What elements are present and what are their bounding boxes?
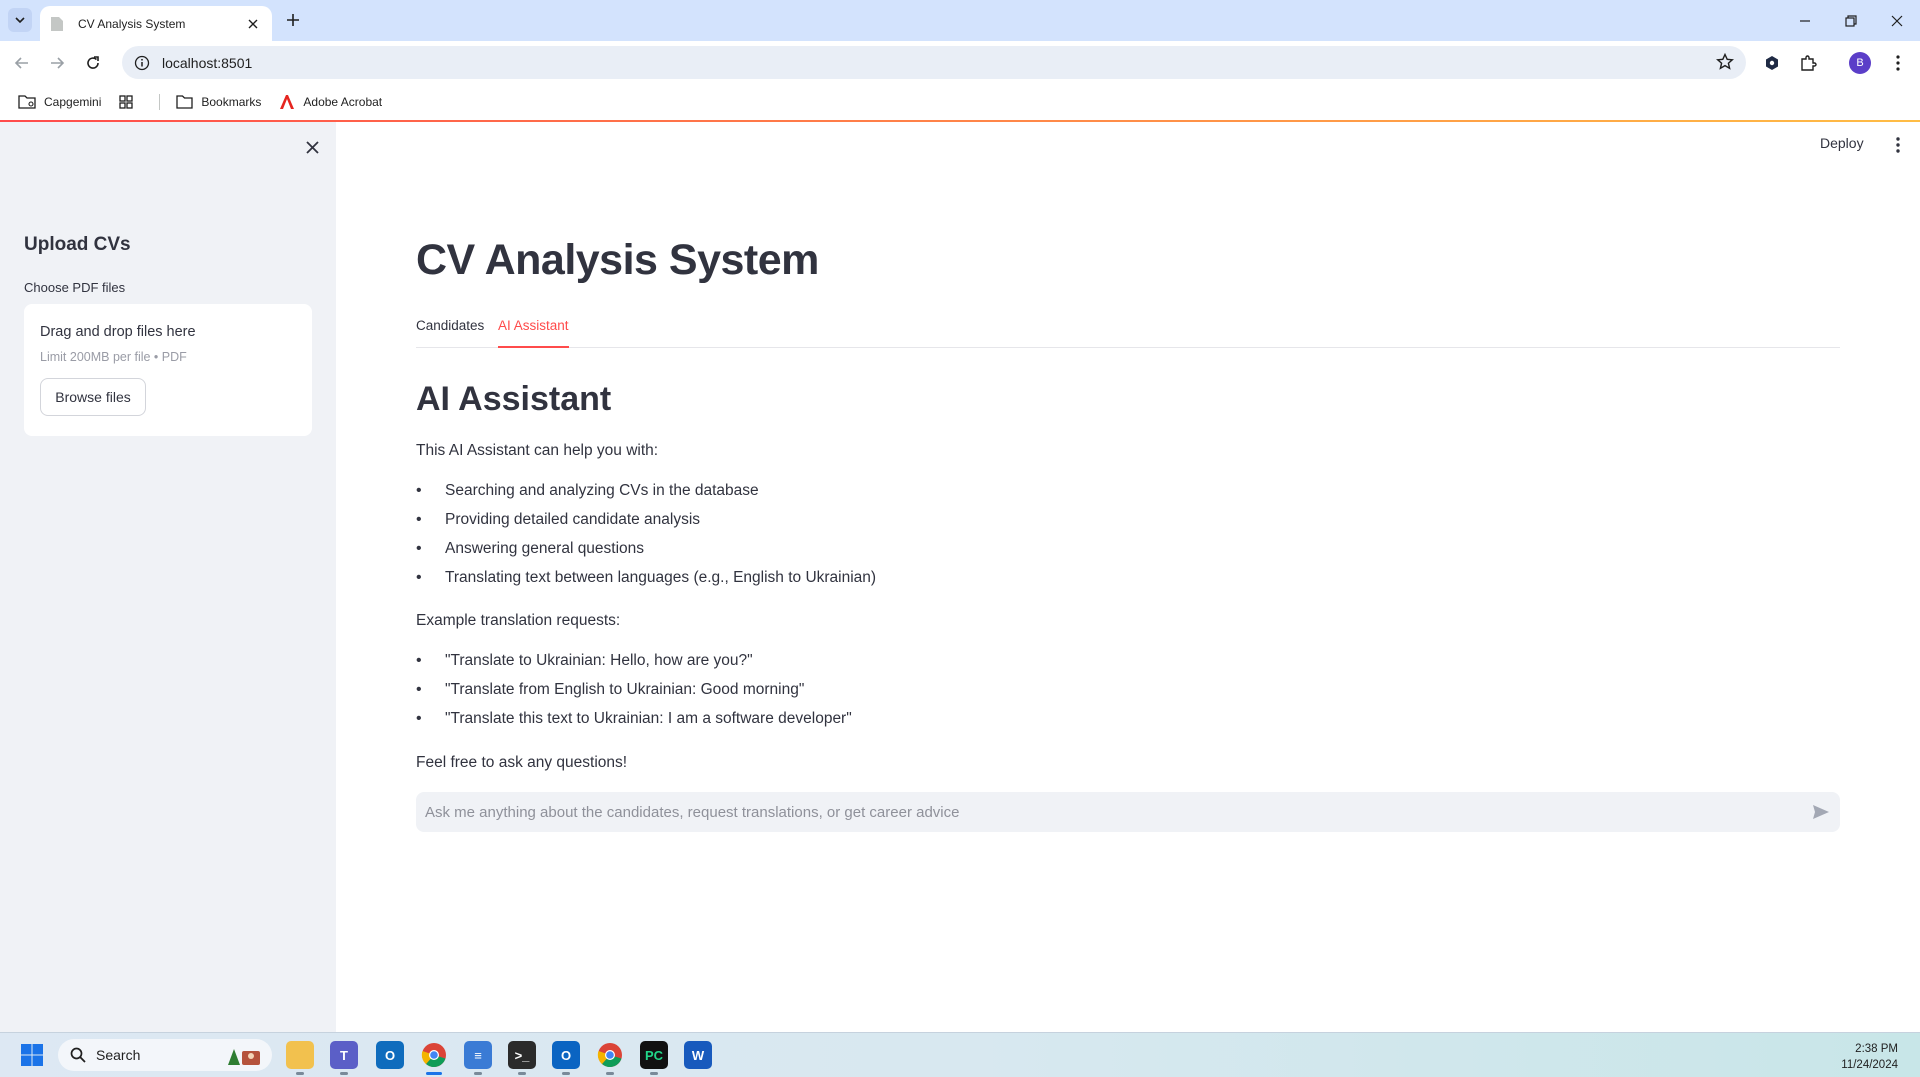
deploy-button[interactable]: Deploy xyxy=(1820,135,1864,151)
tab-candidates[interactable]: Candidates xyxy=(416,318,484,348)
page-title: CV Analysis System xyxy=(416,236,819,284)
dropzone-limit: Limit 200MB per file • PDF xyxy=(40,350,187,364)
file-explorer-icon[interactable] xyxy=(286,1041,314,1075)
app-menu-button[interactable] xyxy=(1888,134,1908,156)
search-icon xyxy=(70,1047,86,1063)
browser-tab-active[interactable]: CV Analysis System xyxy=(40,6,272,41)
terminal-icon[interactable]: >_ xyxy=(508,1041,536,1075)
list-item: "Translate from English to Ukrainian: Go… xyxy=(416,681,852,710)
minimize-button[interactable] xyxy=(1782,0,1828,41)
forward-button[interactable] xyxy=(45,51,69,75)
extensions-button[interactable] xyxy=(1796,51,1820,75)
reload-button[interactable] xyxy=(81,51,105,75)
browse-files-button[interactable]: Browse files xyxy=(40,378,146,416)
close-icon xyxy=(1891,15,1903,26)
restore-icon xyxy=(1845,14,1857,27)
kebab-menu-icon xyxy=(1896,137,1900,153)
bookmark-capgemini[interactable]: Capgemini xyxy=(18,95,101,109)
shield-extension-icon xyxy=(1766,56,1778,70)
acrobat-icon xyxy=(280,95,295,109)
profile-button[interactable]: B xyxy=(1848,51,1872,75)
extension-shield-button[interactable] xyxy=(1760,51,1784,75)
browser-toolbar: localhost:8501 B xyxy=(0,41,1920,84)
send-button[interactable] xyxy=(1802,793,1840,831)
list-item: "Translate this text to Ukrainian: I am … xyxy=(416,710,852,739)
address-bar[interactable]: localhost:8501 xyxy=(122,46,1746,79)
restore-button[interactable] xyxy=(1828,0,1874,41)
search-highlight-icon xyxy=(228,1049,260,1065)
bookmark-star-icon[interactable] xyxy=(1716,52,1734,76)
dropzone-title: Drag and drop files here xyxy=(40,324,196,340)
chrome-profile-icon[interactable] xyxy=(596,1041,624,1075)
sidebar-heading: Upload CVs xyxy=(24,234,131,255)
outlook-new-icon[interactable]: O xyxy=(552,1041,580,1075)
system-clock[interactable]: 2:38 PM 11/24/2024 xyxy=(1841,1041,1898,1073)
bookmark-bookmarks-folder[interactable]: Bookmarks xyxy=(176,95,261,109)
arrow-left-icon xyxy=(14,57,28,69)
avatar: B xyxy=(1849,52,1871,74)
tab-list: Candidates AI Assistant xyxy=(416,318,1840,348)
outlook-icon[interactable]: O xyxy=(376,1041,404,1069)
examples-intro-text: Example translation requests: xyxy=(416,612,621,629)
url-text: localhost:8501 xyxy=(162,54,253,71)
taskbar-search-label: Search xyxy=(96,1047,141,1063)
send-icon xyxy=(1813,805,1829,819)
page-icon xyxy=(51,16,63,31)
tab-title: CV Analysis System xyxy=(78,16,186,31)
kebab-menu-icon xyxy=(1896,55,1900,71)
bookmark-adobe-acrobat[interactable]: Adobe Acrobat xyxy=(279,94,382,110)
plus-icon xyxy=(287,14,299,26)
minimize-icon xyxy=(1800,19,1810,22)
collapse-sidebar-button[interactable] xyxy=(301,136,323,158)
chat-input[interactable] xyxy=(425,803,1802,821)
chat-input-container xyxy=(416,792,1840,832)
uploader-label: Choose PDF files xyxy=(24,280,126,295)
section-heading: AI Assistant xyxy=(416,380,612,418)
file-dropzone[interactable]: Drag and drop files here Limit 200MB per… xyxy=(24,304,312,436)
notepad-icon[interactable]: ≡ xyxy=(464,1041,492,1075)
bookmarks-bar: Capgemini Bookmarks Adobe Acrobat xyxy=(0,84,1920,120)
sidebar: Upload CVs Choose PDF files Drag and dro… xyxy=(0,122,336,1032)
outro-text: Feel free to ask any questions! xyxy=(416,754,628,771)
folder-icon xyxy=(176,95,194,109)
windows-taskbar: Search T O ≡ >_ O PC W 2:38 PM 11/24/202… xyxy=(0,1032,1920,1077)
teams-icon[interactable]: T xyxy=(330,1041,358,1075)
browser-menu-button[interactable] xyxy=(1886,51,1910,75)
clock-time: 2:38 PM xyxy=(1855,1043,1898,1055)
intro-text: This AI Assistant can help you with: xyxy=(416,442,659,459)
reload-icon xyxy=(87,56,99,69)
new-tab-button[interactable] xyxy=(282,9,304,31)
tab-ai-assistant[interactable]: AI Assistant xyxy=(498,318,569,348)
list-item: Answering general questions xyxy=(416,540,876,569)
list-item: Translating text between languages (e.g.… xyxy=(416,569,876,598)
windows-start-icon[interactable] xyxy=(18,1041,46,1069)
list-item: "Translate to Ukrainian: Hello, how are … xyxy=(416,652,852,681)
bookmark-separator xyxy=(159,94,161,110)
bookmark-label: Capgemini xyxy=(44,95,102,109)
apps-grid-icon xyxy=(119,95,134,109)
pycharm-icon[interactable]: PC xyxy=(640,1041,668,1075)
folder-icon xyxy=(18,95,36,109)
arrow-right-icon xyxy=(51,57,65,69)
taskbar-search[interactable]: Search xyxy=(58,1039,272,1071)
back-button[interactable] xyxy=(10,51,34,75)
list-item: Providing detailed candidate analysis xyxy=(416,511,876,540)
capabilities-list: Searching and analyzing CVs in the datab… xyxy=(416,482,876,598)
examples-list: "Translate to Ukrainian: Hello, how are … xyxy=(416,652,852,739)
close-tab-icon[interactable] xyxy=(244,15,262,33)
browser-tab-bar: CV Analysis System xyxy=(0,0,1920,41)
chrome-icon[interactable] xyxy=(420,1041,448,1075)
close-window-button[interactable] xyxy=(1874,0,1920,41)
puzzle-icon xyxy=(1801,55,1817,71)
list-item: Searching and analyzing CVs in the datab… xyxy=(416,482,876,511)
word-icon[interactable]: W xyxy=(684,1041,712,1069)
bookmark-label: Bookmarks xyxy=(201,95,262,109)
chevron-down-icon xyxy=(15,17,25,24)
tab-search-button[interactable] xyxy=(8,8,32,32)
bookmark-label: Adobe Acrobat xyxy=(303,95,383,109)
close-icon xyxy=(305,140,319,154)
clock-date: 11/24/2024 xyxy=(1841,1059,1898,1071)
bookmark-apps[interactable] xyxy=(119,95,141,109)
site-info-icon[interactable] xyxy=(134,55,150,71)
